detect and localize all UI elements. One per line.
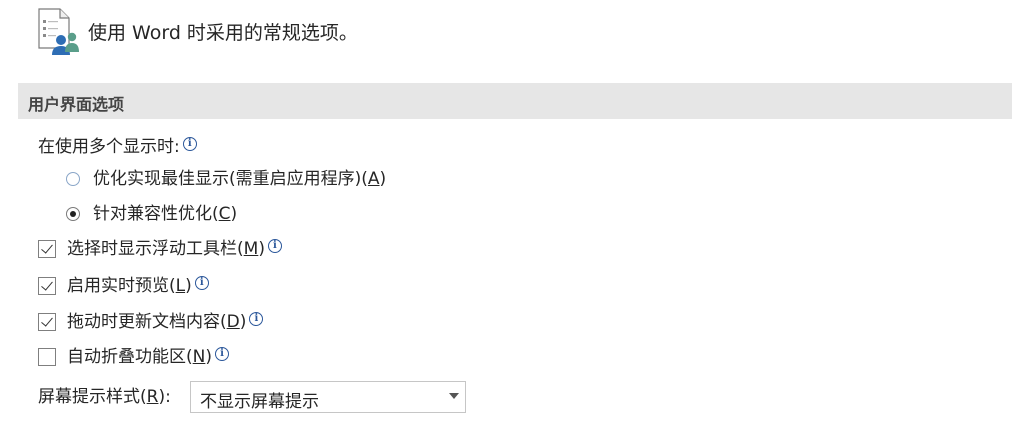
checkbox-row-live-preview[interactable]: 启用实时预览(L) i [38,275,209,297]
info-icon[interactable]: i [215,347,229,361]
checkbox-label: 选择时显示浮动工具栏( [67,239,244,259]
checkbox-row-mini-toolbar[interactable]: 选择时显示浮动工具栏(M) i [38,238,282,260]
radio-optimize-compatibility[interactable]: 针对兼容性优化(C) [66,203,237,225]
checkbox-collapse-ribbon[interactable] [38,348,56,366]
checkbox-mini-toolbar[interactable] [38,240,56,258]
radio-label: 优化实现最佳显示(需重启应用程序)( [93,169,368,189]
radio-button-selected[interactable] [66,207,80,221]
checkbox-label: 启用实时预览( [67,276,176,296]
accelerator-key: M [243,239,259,259]
checkbox-row-collapse-ribbon[interactable]: 自动折叠功能区(N) i [38,346,229,368]
radio-label: 针对兼容性优化( [93,204,219,224]
info-icon[interactable]: i [267,239,282,253]
section-title: 用户界面选项 [28,95,125,114]
checkbox-row-update-while-dragging[interactable]: 拖动时更新文档内容(D) i [38,311,264,333]
screentip-style-dropdown[interactable]: 不显示屏幕提示 [190,381,466,413]
multi-display-label: 在使用多个显示时: i [38,137,197,157]
checkbox-label: 拖动时更新文档内容( [67,312,227,332]
accelerator-key: C [218,204,231,224]
checkbox-label-suffix: ) [185,276,192,296]
radio-label-suffix: ) [230,204,238,224]
multi-display-label-text: 在使用多个显示时: [38,137,180,157]
checkbox-label-suffix: ) [239,312,247,332]
checkbox-label-suffix: ) [205,347,212,367]
screentip-label-suffix: ): [158,387,171,407]
screentip-label-text: 屏幕提示样式( [38,387,147,407]
accelerator-key: R [146,387,159,407]
radio-label-suffix: ) [379,169,387,189]
info-icon[interactable]: i [194,276,209,290]
accelerator-key: L [175,276,186,296]
accelerator-key: D [226,312,240,332]
checkbox-label-suffix: ) [258,239,265,259]
radio-button[interactable] [66,172,80,186]
radio-optimize-best-display[interactable]: 优化实现最佳显示(需重启应用程序)(A) [66,168,386,190]
screentip-style-label: 屏幕提示样式(R): [38,387,171,407]
checkbox-label: 自动折叠功能区( [67,347,193,367]
chevron-down-icon[interactable] [449,393,459,399]
general-options-icon [36,8,82,56]
page-description: 使用 Word 时采用的常规选项。 [88,22,358,44]
accelerator-key: A [367,169,380,189]
info-icon[interactable]: i [182,137,197,151]
info-icon[interactable]: i [249,312,264,326]
accelerator-key: N [192,347,206,367]
dropdown-selected-value: 不显示屏幕提示 [200,392,319,412]
section-header: 用户界面选项 [18,83,1012,119]
checkbox-update-while-dragging[interactable] [38,313,56,331]
checkbox-live-preview[interactable] [38,277,56,295]
